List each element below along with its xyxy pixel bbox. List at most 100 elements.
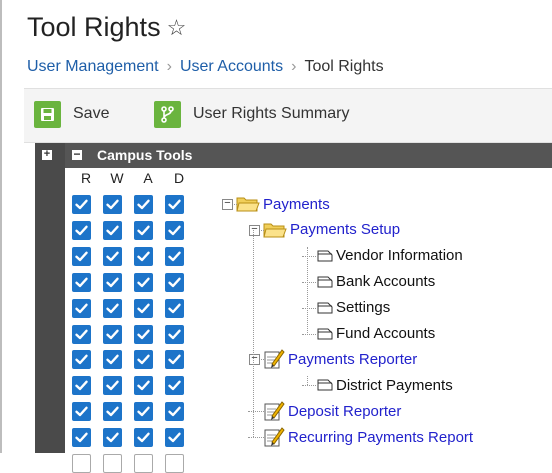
checkbox-add[interactable] xyxy=(134,324,153,344)
rights-header-delete: D xyxy=(173,170,185,186)
checkbox-write[interactable] xyxy=(103,376,122,396)
tree-connector xyxy=(261,359,264,361)
tree-node[interactable]: District Payments xyxy=(317,374,453,396)
checkbox-add[interactable] xyxy=(134,220,153,240)
checkbox-delete[interactable] xyxy=(165,220,184,240)
campus-tools-label: Campus Tools xyxy=(97,147,193,163)
tree-node[interactable]: Vendor Information xyxy=(317,245,463,267)
tree-connector xyxy=(234,204,237,205)
checkbox-read[interactable] xyxy=(72,428,91,448)
checkbox-add[interactable] xyxy=(134,298,153,318)
tree-connector xyxy=(261,229,264,231)
checkbox-delete[interactable] xyxy=(165,246,184,266)
checkbox-read[interactable] xyxy=(72,376,91,396)
checkbox-delete[interactable] xyxy=(165,428,184,448)
folder-open-icon xyxy=(236,195,260,213)
checkbox-write[interactable] xyxy=(103,324,122,344)
favorite-star-icon[interactable]: ☆ xyxy=(167,15,187,40)
tree-collapse-toggle[interactable]: − xyxy=(222,198,233,210)
rights-header-add: A xyxy=(143,170,153,186)
tree-node[interactable]: Settings xyxy=(317,297,390,319)
tree-connector xyxy=(302,281,318,283)
checkbox-add[interactable] xyxy=(134,272,153,292)
checkbox-delete[interactable] xyxy=(165,350,184,370)
tree-node[interactable]: Payments xyxy=(236,193,330,215)
checkbox-read[interactable] xyxy=(72,350,91,370)
checkbox-add[interactable] xyxy=(134,402,153,422)
checkbox-write[interactable] xyxy=(103,402,122,422)
report-icon xyxy=(263,349,285,369)
checkbox-delete[interactable] xyxy=(165,454,184,473)
checkbox-write[interactable] xyxy=(103,428,122,448)
checkbox-write[interactable] xyxy=(103,195,122,214)
checkbox-read[interactable] xyxy=(72,324,91,344)
rights-header-write: W xyxy=(110,170,124,186)
tree-node-label[interactable]: Recurring Payments Report xyxy=(288,429,473,446)
page-icon xyxy=(317,328,333,340)
tool-rights-tree-panel: + − Campus Tools R W A D Payments − Paymen… xyxy=(35,143,552,473)
tree-connector xyxy=(307,246,308,334)
tree-collapse-toggle[interactable]: − xyxy=(249,353,260,366)
tree-connector xyxy=(248,411,264,413)
campus-tools-collapse-toggle[interactable]: − xyxy=(72,148,82,160)
tree-collapse-toggle[interactable]: − xyxy=(249,223,260,236)
user-rights-summary-label: User Rights Summary xyxy=(193,105,350,122)
tree-connector xyxy=(302,307,318,309)
checkbox-delete[interactable] xyxy=(165,376,184,396)
checkbox-read[interactable] xyxy=(72,195,91,214)
checkbox-read[interactable] xyxy=(72,402,91,422)
tree-connector xyxy=(302,385,318,387)
page-title-text: Tool Rights xyxy=(27,12,161,42)
tree-node[interactable]: Payments Setup xyxy=(263,219,400,241)
page-icon xyxy=(317,379,333,391)
breadcrumb-user-management[interactable]: User Management xyxy=(27,58,159,75)
chevron-right-icon: › xyxy=(291,58,297,75)
checkbox-read[interactable] xyxy=(72,298,91,318)
checkbox-add[interactable] xyxy=(134,376,153,396)
tree-node[interactable]: Payments Reporter xyxy=(263,348,417,370)
tree-node-label[interactable]: Payments Reporter xyxy=(288,351,417,368)
checkbox-read[interactable] xyxy=(72,454,91,473)
tree-connector xyxy=(253,229,254,438)
tree-node[interactable]: Bank Accounts xyxy=(317,271,435,293)
save-button[interactable]: Save xyxy=(34,99,109,129)
checkbox-delete[interactable] xyxy=(165,298,184,318)
page-icon xyxy=(317,250,333,262)
breadcrumb: User Management › User Accounts › Tool Right… xyxy=(27,58,384,76)
checkbox-write[interactable] xyxy=(103,350,122,370)
checkbox-delete[interactable] xyxy=(165,195,184,214)
tool-rights-page: Tool Rights ☆ User Management › User Accoun… xyxy=(0,0,552,473)
tree-node-label[interactable]: Deposit Reporter xyxy=(288,403,401,420)
tree-node-label[interactable]: Payments Setup xyxy=(290,221,400,238)
checkbox-delete[interactable] xyxy=(165,402,184,422)
tree-node-label[interactable]: Payments xyxy=(263,196,330,213)
checkbox-add[interactable] xyxy=(134,428,153,448)
page-icon xyxy=(317,276,333,288)
branch-icon xyxy=(154,100,181,128)
checkbox-write[interactable] xyxy=(103,454,122,473)
checkbox-add[interactable] xyxy=(134,454,153,473)
breadcrumb-user-accounts[interactable]: User Accounts xyxy=(180,58,283,75)
checkbox-add[interactable] xyxy=(134,195,153,214)
tree-node[interactable]: Deposit Reporter xyxy=(263,400,401,422)
checkbox-add[interactable] xyxy=(134,246,153,266)
tree-node[interactable]: Fund Accounts xyxy=(317,323,435,345)
report-icon xyxy=(263,401,285,421)
checkbox-read[interactable] xyxy=(72,272,91,292)
user-rights-summary-button[interactable]: User Rights Summary xyxy=(154,99,349,129)
expand-all-toggle[interactable]: + xyxy=(42,149,52,160)
tree-node-label: Settings xyxy=(336,299,391,317)
checkbox-read[interactable] xyxy=(72,220,91,240)
tree-node[interactable]: Recurring Payments Report xyxy=(263,426,473,448)
checkbox-write[interactable] xyxy=(103,298,122,318)
checkbox-delete[interactable] xyxy=(165,324,184,344)
checkbox-write[interactable] xyxy=(103,220,122,240)
checkbox-add[interactable] xyxy=(134,350,153,370)
tree-node-label: Fund Accounts xyxy=(336,325,436,342)
checkbox-delete[interactable] xyxy=(165,272,184,292)
tree-node-label: District Payments xyxy=(336,376,453,394)
checkbox-write[interactable] xyxy=(103,272,122,292)
checkbox-read[interactable] xyxy=(72,246,91,266)
checkbox-write[interactable] xyxy=(103,246,122,266)
breadcrumb-tool-rights: Tool Rights xyxy=(304,58,384,75)
